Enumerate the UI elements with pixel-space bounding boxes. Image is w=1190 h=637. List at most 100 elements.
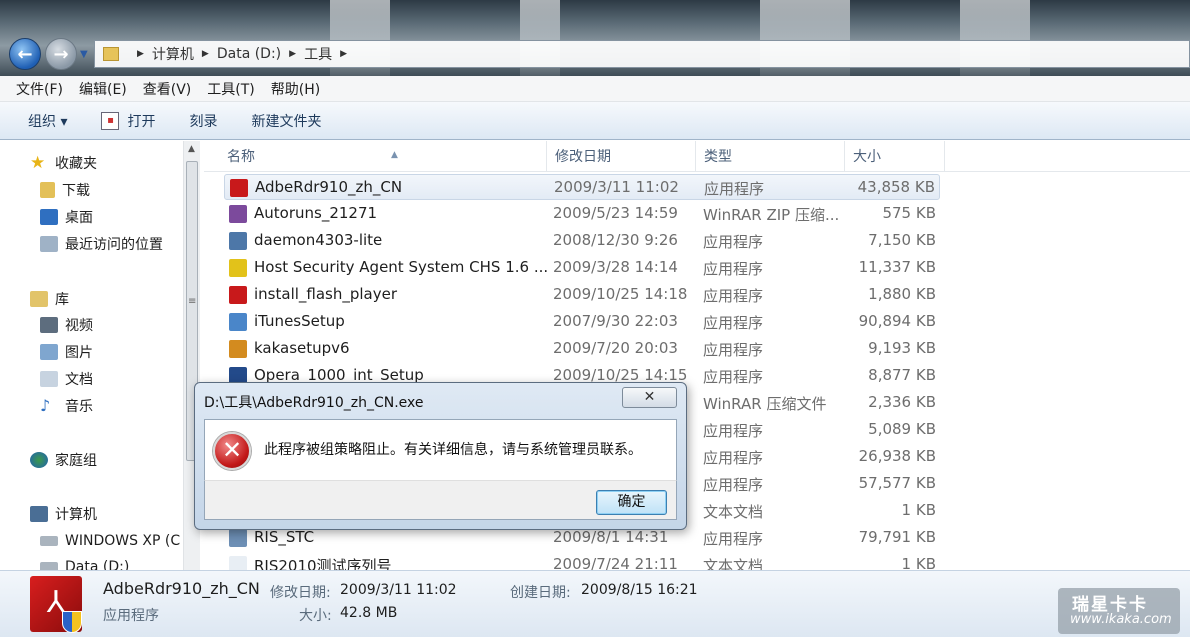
uac-shield-icon	[62, 611, 82, 633]
column-header-row: 名称 ▲ 修改日期 类型 大小	[204, 141, 1190, 172]
nav-label: Data (D:)	[65, 559, 130, 570]
file-size: 57,577 KB	[858, 474, 936, 492]
file-name: RIS_STC	[254, 528, 315, 546]
menu-file[interactable]: 文件(F)	[8, 79, 71, 99]
file-icon	[229, 286, 247, 304]
file-row[interactable]: install_flash_player 2009/10/25 14:18 应用程序…	[224, 282, 940, 308]
nav-drive-c[interactable]: WINDOWS XP (C	[40, 529, 180, 553]
burn-button[interactable]: 刻录	[189, 111, 217, 131]
sort-ascending-icon: ▲	[391, 150, 398, 160]
menu-help[interactable]: 帮助(H)	[263, 79, 328, 99]
column-label: 大小	[853, 149, 881, 165]
file-type: 应用程序	[703, 260, 764, 278]
column-date[interactable]: 修改日期	[547, 141, 696, 172]
details-modified-label: 修改日期:	[270, 585, 331, 601]
forward-arrow-icon: →	[53, 43, 69, 65]
nav-computer[interactable]: 计算机	[30, 502, 97, 526]
nav-label: 家庭组	[55, 453, 97, 469]
music-icon: ♪	[40, 396, 51, 415]
file-date: 2007/9/30 22:03	[553, 312, 678, 330]
menu-view[interactable]: 查看(V)	[135, 79, 200, 99]
file-row[interactable]: iTunesSetup 2007/9/30 22:03 应用程序 90,894 KB	[224, 309, 940, 335]
new-folder-button[interactable]: 新建文件夹	[251, 111, 321, 131]
chevron-right-icon[interactable]: ▶	[340, 49, 347, 59]
ok-button[interactable]: 确定	[596, 490, 667, 515]
nav-libraries[interactable]: 库	[30, 287, 69, 311]
back-arrow-icon: ←	[17, 43, 33, 65]
watermark-url: www.ikaka.com	[1070, 612, 1172, 627]
file-row[interactable]: kakasetupv6 2009/7/20 20:03 应用程序 9,193 KB	[224, 336, 940, 362]
grip-icon: ≡	[188, 296, 197, 307]
file-size: 11,337 KB	[858, 258, 936, 276]
file-date: 2009/8/1 14:31	[553, 528, 669, 546]
nav-downloads[interactable]: 下载	[40, 178, 90, 202]
organize-button[interactable]: 组织 ▾	[28, 111, 67, 131]
file-icon	[229, 205, 247, 223]
nav-recent-places[interactable]: 最近访问的位置	[40, 232, 163, 256]
file-date: 2009/3/28 14:14	[553, 258, 678, 276]
details-created-label: 创建日期:	[510, 585, 571, 601]
close-icon: ✕	[643, 389, 656, 405]
menu-tools[interactable]: 工具(T)	[199, 79, 262, 99]
file-type: 应用程序	[703, 287, 764, 305]
back-button[interactable]: ←	[9, 38, 41, 70]
nav-documents[interactable]: 文档	[40, 367, 93, 391]
file-row[interactable]: AdbeRdr910_zh_CN 2009/3/11 11:02 应用程序 43,85…	[224, 174, 940, 200]
folder-icon	[103, 47, 119, 61]
nav-drive-d[interactable]: Data (D:)	[40, 555, 129, 570]
nav-label: 视频	[65, 318, 93, 334]
computer-icon	[30, 506, 48, 522]
column-size[interactable]: 大小	[845, 141, 945, 172]
column-label: 修改日期	[555, 149, 611, 165]
file-size: 7,150 KB	[868, 231, 936, 249]
file-icon	[229, 313, 247, 331]
file-row[interactable]: Host Security Agent System CHS 1.6 ... 20…	[224, 255, 940, 281]
nav-pictures[interactable]: 图片	[40, 340, 93, 364]
nav-videos[interactable]: 视频	[40, 313, 93, 337]
pictures-icon	[40, 344, 58, 360]
file-type: 应用程序	[703, 341, 764, 359]
file-name: daemon4303-lite	[254, 231, 383, 249]
file-icon	[229, 556, 247, 570]
breadcrumb-data-drive[interactable]: Data (D:)	[217, 46, 281, 62]
library-icon	[30, 291, 48, 307]
file-size: 43,858 KB	[857, 178, 935, 196]
file-row[interactable]: Autoruns_21271 2009/5/23 14:59 WinRAR ZIP …	[224, 201, 940, 227]
downloads-folder-icon	[40, 182, 55, 198]
column-name[interactable]: 名称 ▲	[219, 141, 547, 172]
menu-edit[interactable]: 编辑(E)	[71, 79, 135, 99]
application-icon: ▪	[101, 111, 120, 130]
column-type[interactable]: 类型	[696, 141, 845, 172]
breadcrumb-tools[interactable]: 工具	[304, 44, 332, 64]
history-dropdown-icon[interactable]: ▼	[80, 49, 88, 60]
address-bar-area: ← → ▼ ▶ 计算机 ▶ Data (D:) ▶ 工具 ▶	[0, 0, 1190, 76]
chevron-right-icon[interactable]: ▶	[137, 49, 144, 59]
forward-button[interactable]: →	[45, 38, 77, 70]
dialog-content: ✕ 此程序被组策略阻止。有关详细信息，请与系统管理员联系。	[204, 419, 677, 481]
nav-desktop[interactable]: 桌面	[40, 205, 93, 229]
scroll-up-icon[interactable]: ▲	[188, 144, 195, 154]
nav-music[interactable]: ♪ 音乐	[40, 394, 93, 418]
dialog-close-button[interactable]: ✕	[622, 387, 677, 408]
file-row[interactable]: RIS2010测试序列号 2009/7/24 21:11 文本文档 1 KB	[224, 552, 940, 570]
nav-label: 库	[55, 292, 69, 308]
file-icon	[229, 529, 247, 547]
chevron-right-icon[interactable]: ▶	[202, 49, 209, 59]
nav-homegroup[interactable]: 家庭组	[30, 448, 97, 472]
nav-label: 文档	[65, 372, 93, 388]
file-date: 2009/10/25 14:18	[553, 285, 688, 303]
file-name: install_flash_player	[254, 285, 398, 303]
address-field[interactable]: ▶ 计算机 ▶ Data (D:) ▶ 工具 ▶	[94, 40, 1190, 68]
open-button[interactable]: ▪ 打开	[101, 111, 155, 131]
file-date: 2009/3/11 11:02	[554, 178, 679, 196]
nav-label: 计算机	[55, 507, 97, 523]
chevron-right-icon[interactable]: ▶	[289, 49, 296, 59]
file-type: 应用程序	[703, 368, 764, 386]
file-icon	[229, 259, 247, 277]
nav-label: 收藏夹	[55, 156, 97, 172]
nav-favorites[interactable]: ★ 收藏夹	[30, 151, 97, 175]
file-name: iTunesSetup	[254, 312, 345, 330]
file-row[interactable]: daemon4303-lite 2008/12/30 9:26 应用程序 7,150 …	[224, 228, 940, 254]
details-created-value: 2009/8/15 16:21	[581, 582, 698, 598]
breadcrumb-computer[interactable]: 计算机	[152, 44, 194, 64]
